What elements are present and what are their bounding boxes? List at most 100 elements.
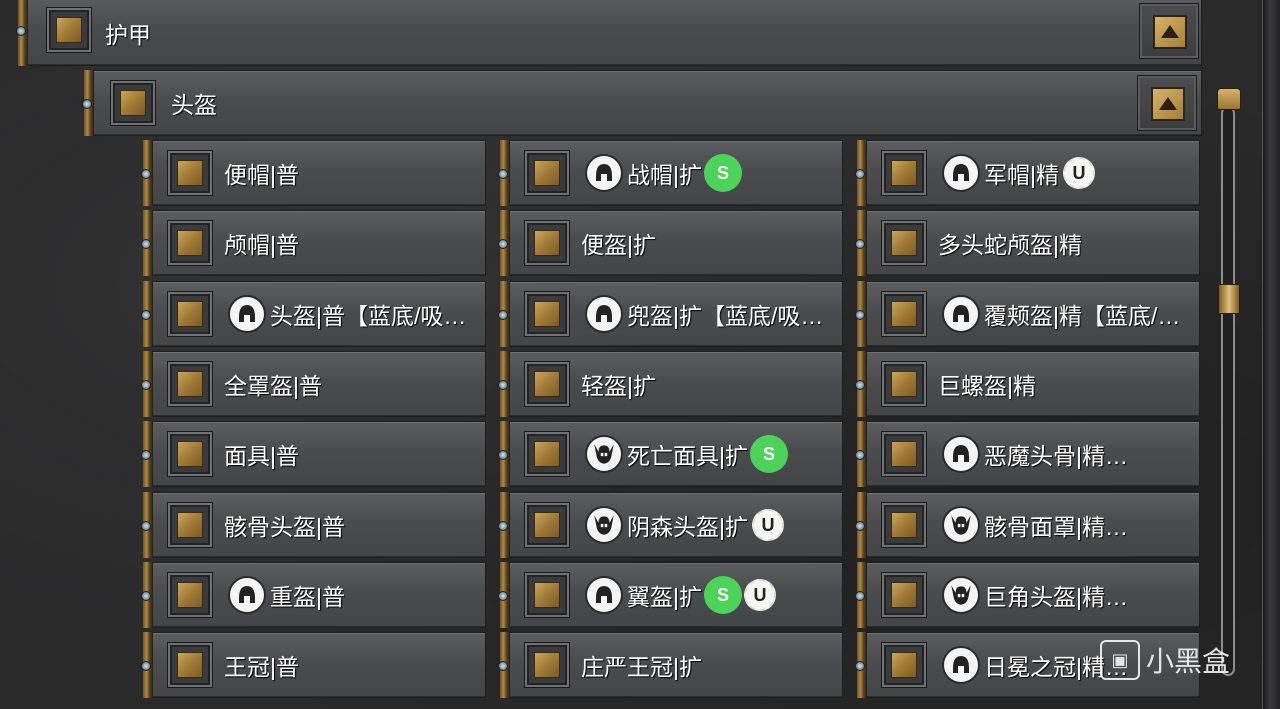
item-row[interactable]: 阴森头盔|扩 U bbox=[498, 492, 843, 558]
item-row[interactable]: 兜盔|扩【蓝底/吸… bbox=[498, 281, 843, 347]
subcategory-collapse-button[interactable] bbox=[1137, 75, 1197, 131]
stud-ornament bbox=[498, 310, 508, 320]
stud-ornament bbox=[855, 450, 865, 460]
item-row[interactable]: 巨角头盔|精… bbox=[855, 562, 1200, 628]
stud-ornament bbox=[141, 169, 151, 179]
scroll-up-button[interactable] bbox=[1217, 88, 1241, 110]
stud-ornament bbox=[141, 239, 151, 249]
item-checkbox[interactable] bbox=[168, 221, 212, 265]
item-content: 覆颊盔|精【蓝底/… bbox=[942, 295, 1180, 333]
item-checkbox[interactable] bbox=[882, 503, 926, 547]
item-row[interactable]: 覆颊盔|精【蓝底/… bbox=[855, 281, 1200, 347]
triangle-up-icon bbox=[1159, 97, 1177, 110]
stud-ornament bbox=[141, 521, 151, 531]
stud-ornament bbox=[82, 99, 92, 109]
item-row[interactable]: 重盔|普 bbox=[141, 562, 486, 628]
item-content: 巨螺盔|精 bbox=[938, 367, 1036, 401]
stud-ornament bbox=[498, 239, 508, 249]
item-row[interactable]: 多头蛇颅盔|精 bbox=[855, 210, 1200, 276]
window-edge bbox=[1262, 0, 1280, 709]
stud-ornament bbox=[141, 310, 151, 320]
item-name: 头盔|普【蓝底/吸… bbox=[270, 303, 467, 329]
item-checkbox[interactable] bbox=[882, 573, 926, 617]
item-row[interactable]: 骸骨头盔|普 bbox=[141, 492, 486, 558]
item-checkbox[interactable] bbox=[168, 292, 212, 336]
subcategory-header-helmets[interactable]: 头盔 bbox=[82, 70, 1202, 136]
item-checkbox[interactable] bbox=[525, 503, 569, 547]
helmet-icon bbox=[942, 295, 980, 333]
scrollbar[interactable] bbox=[1214, 88, 1242, 688]
item-checkbox[interactable] bbox=[525, 643, 569, 687]
helmet-icon bbox=[585, 576, 623, 614]
item-content: 王冠|普 bbox=[224, 648, 299, 682]
item-checkbox[interactable] bbox=[882, 362, 926, 406]
item-checkbox[interactable] bbox=[882, 221, 926, 265]
item-row[interactable]: 便盔|扩 bbox=[498, 210, 843, 276]
stud-ornament bbox=[855, 591, 865, 601]
item-checkbox[interactable] bbox=[525, 573, 569, 617]
category-header-armor[interactable]: 护甲 bbox=[16, 0, 1202, 66]
item-checkbox[interactable] bbox=[882, 292, 926, 336]
item-name: 巨角头盔|精… bbox=[984, 584, 1128, 610]
item-row[interactable]: 巨螺盔|精 bbox=[855, 351, 1200, 417]
item-row[interactable]: 王冠|普 bbox=[141, 632, 486, 698]
item-checkbox[interactable] bbox=[168, 432, 212, 476]
item-row[interactable]: 便帽|普 bbox=[141, 140, 486, 206]
stud-ornament bbox=[855, 661, 865, 671]
item-row[interactable]: 恶魔头骨|精… bbox=[855, 421, 1200, 487]
item-row[interactable]: 面具|普 bbox=[141, 421, 486, 487]
helmet-icon bbox=[942, 646, 980, 684]
item-row[interactable]: 死亡面具|扩 S bbox=[498, 421, 843, 487]
item-row[interactable]: 骸骨面罩|精… bbox=[855, 492, 1200, 558]
item-checkbox[interactable] bbox=[168, 573, 212, 617]
item-row[interactable]: 轻盔|扩 bbox=[498, 351, 843, 417]
item-content: 轻盔|扩 bbox=[581, 367, 656, 401]
item-content: 庄严王冠|扩 bbox=[581, 648, 702, 682]
item-name: 庄严王冠|扩 bbox=[581, 654, 702, 680]
item-checkbox[interactable] bbox=[168, 362, 212, 406]
helmet-icon bbox=[585, 295, 623, 333]
item-checkbox[interactable] bbox=[525, 151, 569, 195]
item-row[interactable]: 庄严王冠|扩 bbox=[498, 632, 843, 698]
horned-mask-icon bbox=[585, 435, 623, 473]
category-collapse-button[interactable] bbox=[1139, 3, 1199, 59]
item-checkbox[interactable] bbox=[168, 503, 212, 547]
stud-ornament bbox=[855, 239, 865, 249]
scrollbar-track[interactable] bbox=[1221, 106, 1235, 676]
item-row[interactable]: 头盔|普【蓝底/吸… bbox=[141, 281, 486, 347]
helmet-icon bbox=[942, 154, 980, 192]
stud-ornament bbox=[498, 450, 508, 460]
item-content: 便盔|扩 bbox=[581, 226, 656, 260]
item-checkbox[interactable] bbox=[168, 643, 212, 687]
stud-ornament bbox=[855, 380, 865, 390]
item-content: 骸骨头盔|普 bbox=[224, 508, 345, 542]
stud-ornament bbox=[855, 521, 865, 531]
subcategory-checkbox[interactable] bbox=[111, 81, 155, 125]
scrollbar-thumb[interactable] bbox=[1218, 284, 1240, 314]
item-row[interactable]: 翼盔|扩 S U bbox=[498, 562, 843, 628]
stud-ornament bbox=[855, 169, 865, 179]
item-checkbox[interactable] bbox=[882, 151, 926, 195]
item-row[interactable]: 颅帽|普 bbox=[141, 210, 486, 276]
item-name: 骸骨头盔|普 bbox=[224, 514, 345, 540]
item-name: 多头蛇颅盔|精 bbox=[938, 232, 1082, 258]
item-name: 阴森头盔|扩 bbox=[627, 514, 748, 540]
item-row[interactable]: 战帽|扩 S bbox=[498, 140, 843, 206]
stud-ornament bbox=[16, 26, 26, 36]
category-label: 护甲 bbox=[105, 22, 151, 48]
item-content: 翼盔|扩 S U bbox=[585, 576, 776, 614]
item-checkbox[interactable] bbox=[525, 432, 569, 476]
item-checkbox[interactable] bbox=[525, 221, 569, 265]
item-row[interactable]: 全罩盔|普 bbox=[141, 351, 486, 417]
item-checkbox[interactable] bbox=[525, 292, 569, 336]
item-row[interactable]: 军帽|精 U bbox=[855, 140, 1200, 206]
item-name: 恶魔头骨|精… bbox=[984, 443, 1128, 469]
item-checkbox[interactable] bbox=[525, 362, 569, 406]
stud-ornament bbox=[141, 450, 151, 460]
horned-mask-icon bbox=[942, 576, 980, 614]
item-checkbox[interactable] bbox=[882, 432, 926, 476]
stud-ornament bbox=[498, 521, 508, 531]
item-checkbox[interactable] bbox=[882, 643, 926, 687]
category-checkbox[interactable] bbox=[47, 8, 91, 52]
item-checkbox[interactable] bbox=[168, 151, 212, 195]
